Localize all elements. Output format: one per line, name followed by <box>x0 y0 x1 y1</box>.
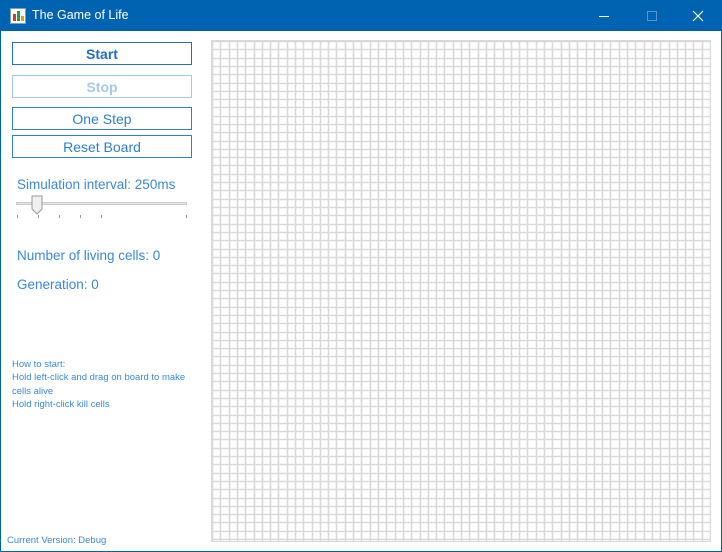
generation-count: Generation: 0 <box>17 277 99 292</box>
app-window: The Game of Life Start Stop One Step Res… <box>0 0 722 552</box>
slider-tick <box>101 215 102 218</box>
slider-tick <box>17 215 18 218</box>
close-button[interactable] <box>675 1 721 31</box>
version-label: Current Version: Debug <box>7 535 107 546</box>
simulation-interval-label: Simulation interval: 250ms <box>17 177 176 192</box>
maximize-icon <box>647 11 657 21</box>
stop-button[interactable]: Stop <box>12 75 192 98</box>
living-cells-count: Number of living cells: 0 <box>17 248 161 263</box>
minimize-button[interactable] <box>581 1 627 31</box>
help-text: How to start: Hold left-click and drag o… <box>12 358 202 411</box>
slider-tick <box>80 215 81 218</box>
reset-board-button[interactable]: Reset Board <box>12 135 192 158</box>
minimize-icon <box>599 16 609 17</box>
slider-tick <box>186 215 187 218</box>
window-title: The Game of Life <box>32 8 129 22</box>
cell-grid[interactable] <box>212 41 710 541</box>
slider-tick <box>38 215 39 218</box>
game-board[interactable] <box>211 40 711 542</box>
close-icon <box>692 10 704 22</box>
help-right-click: Hold right-click kill cells <box>12 398 110 410</box>
title-bar[interactable]: The Game of Life <box>1 1 721 31</box>
one-step-button[interactable]: One Step <box>12 107 192 130</box>
interval-slider-thumb[interactable] <box>31 195 43 215</box>
app-logo-icon <box>10 8 26 24</box>
start-button[interactable]: Start <box>12 42 192 65</box>
maximize-button[interactable] <box>629 1 675 31</box>
help-left-click: Hold left-click and drag on board to mak… <box>12 372 186 397</box>
help-heading: How to start: <box>12 359 66 370</box>
slider-tick <box>59 215 60 218</box>
grid-lines <box>212 41 710 541</box>
